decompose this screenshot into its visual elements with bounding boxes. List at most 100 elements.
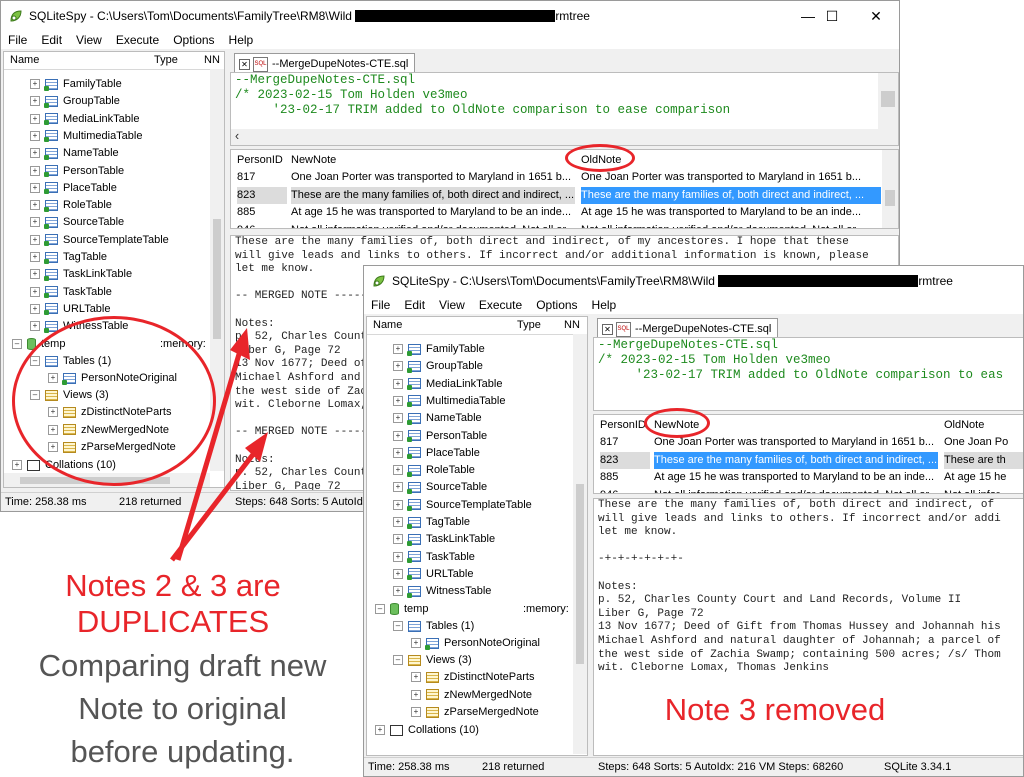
- expand-icon[interactable]: +: [393, 568, 403, 579]
- expand-icon[interactable]: +: [30, 303, 40, 314]
- menu-options[interactable]: Options: [529, 296, 584, 314]
- cell-newnote[interactable]: One Joan Porter was transported to Maryl…: [291, 169, 575, 186]
- tree-node-table[interactable]: + URLTable: [393, 566, 474, 583]
- cell-oldnote[interactable]: One Joan Po: [944, 434, 1023, 451]
- editor-vertical-scrollbar[interactable]: [878, 73, 898, 145]
- expand-icon[interactable]: +: [393, 344, 403, 355]
- expand-icon[interactable]: +: [411, 638, 421, 649]
- tree-node-table[interactable]: + TagTable: [30, 249, 107, 266]
- expand-icon[interactable]: +: [393, 378, 403, 389]
- expand-icon[interactable]: +: [30, 234, 40, 245]
- column-header-newnote[interactable]: NewNote: [291, 152, 336, 169]
- cell-personid[interactable]: 823: [600, 451, 650, 469]
- tree-node-table[interactable]: + MultimediaTable: [393, 393, 505, 410]
- tree-node-tables[interactable]: – Tables (1): [393, 618, 474, 635]
- tree-node-table[interactable]: + NameTable: [393, 410, 482, 427]
- menu-help[interactable]: Help: [585, 296, 624, 314]
- cell-newnote[interactable]: One Joan Porter was transported to Maryl…: [654, 434, 938, 451]
- expand-icon[interactable]: +: [393, 413, 403, 424]
- expand-icon[interactable]: +: [30, 252, 40, 263]
- cell-oldnote[interactable]: Not all infor: [944, 487, 1023, 494]
- tree-node-table[interactable]: + RoleTable: [393, 462, 475, 479]
- cell-newnote[interactable]: Not all information verified and/or docu…: [654, 487, 938, 494]
- cell-oldnote[interactable]: At age 15 he was transported to Maryland…: [581, 204, 881, 221]
- tree-node-table[interactable]: + TaskTable: [393, 549, 475, 566]
- cell-newnote[interactable]: These are the many families of, both dir…: [654, 451, 938, 469]
- tree-node-table[interactable]: + TaskTable: [30, 284, 112, 301]
- menu-view[interactable]: View: [69, 31, 109, 49]
- cell-personid[interactable]: 885: [237, 204, 287, 221]
- expand-icon[interactable]: +: [393, 517, 403, 528]
- tree-header-nn[interactable]: NN: [564, 319, 580, 331]
- expand-icon[interactable]: +: [393, 586, 403, 597]
- tree-node-table[interactable]: + NameTable: [30, 145, 119, 162]
- tab-mergedupenotes[interactable]: ✕ SQL --MergeDupeNotes-CTE.sql: [234, 53, 416, 73]
- expand-icon[interactable]: +: [393, 482, 403, 493]
- tree-header-name[interactable]: Name: [373, 319, 402, 331]
- tree-node-table[interactable]: + SourceTable: [30, 214, 124, 231]
- sql-editor[interactable]: --MergeDupeNotes-CTE.sql /* 2023-02-15 T…: [593, 337, 1023, 411]
- column-header-oldnote[interactable]: OldNote: [944, 417, 984, 434]
- tree-node-temp[interactable]: – temp:memory:: [375, 601, 569, 618]
- collapse-icon[interactable]: –: [375, 604, 385, 615]
- editor-horizontal-scrollbar[interactable]: ‹›: [231, 129, 887, 145]
- tab-mergedupenotes[interactable]: ✕ SQL --MergeDupeNotes-CTE.sql: [597, 318, 779, 338]
- tree-node-table[interactable]: + URLTable: [30, 301, 111, 318]
- chevron-left-icon[interactable]: ‹: [235, 129, 239, 144]
- menu-execute[interactable]: Execute: [109, 31, 166, 49]
- tree-node-table[interactable]: + PersonTable: [30, 163, 124, 180]
- close-tab-icon[interactable]: ✕: [602, 323, 613, 335]
- expand-icon[interactable]: +: [393, 499, 403, 510]
- column-header-personid[interactable]: PersonID: [237, 152, 283, 169]
- menu-view[interactable]: View: [432, 296, 472, 314]
- expand-icon[interactable]: +: [393, 361, 403, 372]
- expand-icon[interactable]: +: [411, 689, 421, 700]
- maximize-button[interactable]: ☐: [809, 1, 855, 31]
- close-button[interactable]: ✕: [853, 1, 899, 31]
- tree-node-table[interactable]: + MultimediaTable: [30, 128, 142, 145]
- expand-icon[interactable]: +: [30, 269, 40, 280]
- expand-icon[interactable]: +: [393, 465, 403, 476]
- tree-node-table[interactable]: + WitnessTable: [393, 583, 491, 600]
- expand-icon[interactable]: +: [12, 460, 22, 471]
- tree-node-table[interactable]: + SourceTable: [393, 479, 487, 496]
- column-header-personid[interactable]: PersonID: [600, 417, 646, 434]
- cell-personid[interactable]: 817: [600, 434, 650, 451]
- cell-oldnote[interactable]: One Joan Porter was transported to Maryl…: [581, 169, 881, 186]
- tree-node-table[interactable]: + PlaceTable: [393, 445, 480, 462]
- tree-node-personnoteoriginal[interactable]: + PersonNoteOriginal: [411, 635, 540, 652]
- menu-help[interactable]: Help: [222, 31, 261, 49]
- tree-vertical-scrollbar[interactable]: [573, 334, 587, 754]
- cell-personid[interactable]: 885: [600, 469, 650, 486]
- tree-header-nn[interactable]: NN: [204, 54, 220, 66]
- collapse-icon[interactable]: –: [393, 655, 403, 666]
- tree-header-name[interactable]: Name: [10, 54, 39, 66]
- expand-icon[interactable]: +: [393, 534, 403, 545]
- expand-icon[interactable]: +: [30, 130, 40, 141]
- tree-node-table[interactable]: + GroupTable: [393, 358, 483, 375]
- tree-node-table[interactable]: + PlaceTable: [30, 180, 117, 197]
- expand-icon[interactable]: +: [30, 148, 40, 159]
- cell-personid[interactable]: 823: [237, 186, 287, 204]
- cell-personid[interactable]: 946: [237, 222, 287, 229]
- tree-node-views[interactable]: – Views (3): [393, 652, 472, 669]
- expand-icon[interactable]: +: [393, 395, 403, 406]
- scrollbar-thumb[interactable]: [576, 484, 584, 664]
- cell-newnote[interactable]: Not all information verified and/or docu…: [291, 222, 575, 229]
- tree-node-view[interactable]: + zNewMergedNote: [411, 687, 532, 704]
- cell-oldnote[interactable]: These are the many families of, both dir…: [581, 186, 881, 204]
- expand-icon[interactable]: +: [411, 707, 421, 718]
- menu-edit[interactable]: Edit: [397, 296, 432, 314]
- scrollbar-thumb[interactable]: [881, 91, 895, 107]
- cell-oldnote[interactable]: At age 15 he: [944, 469, 1023, 486]
- expand-icon[interactable]: +: [30, 286, 40, 297]
- collapse-icon[interactable]: –: [12, 339, 22, 350]
- close-tab-icon[interactable]: ✕: [239, 58, 250, 70]
- tree-node-table[interactable]: + SourceTemplateTable: [393, 497, 532, 514]
- expand-icon[interactable]: +: [30, 200, 40, 211]
- tree-node-table[interactable]: + MediaLinkTable: [393, 376, 502, 393]
- tree-node-table[interactable]: + MediaLinkTable: [30, 111, 139, 128]
- sql-editor[interactable]: --MergeDupeNotes-CTE.sql /* 2023-02-15 T…: [230, 72, 899, 146]
- menu-options[interactable]: Options: [166, 31, 221, 49]
- tree-node-table[interactable]: + RoleTable: [30, 197, 112, 214]
